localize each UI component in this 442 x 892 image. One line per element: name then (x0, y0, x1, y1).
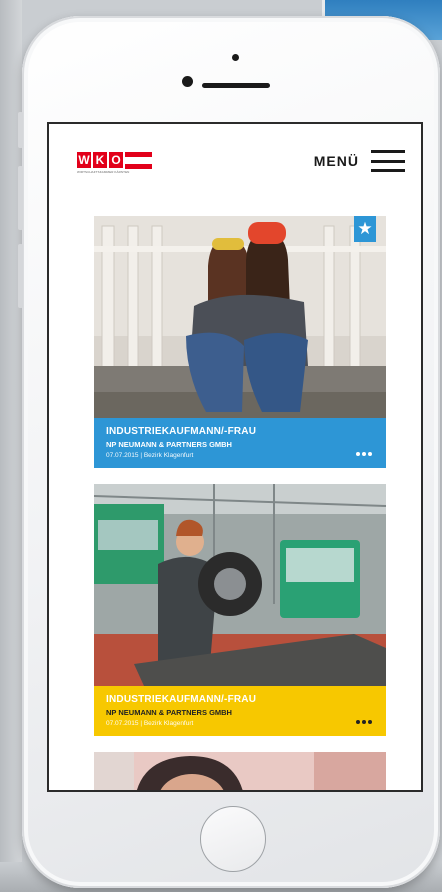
job-title: INDUSTRIEKAUFMANN/-FRAU (106, 426, 257, 437)
job-meta: 07.07.2015 | Bezirk Klagenfurt (106, 720, 194, 727)
card-info-bar: INDUSTRIEKAUFMANN/-FRAU NP NEUMANN & PAR… (94, 418, 386, 468)
menu-label: MENÜ (313, 153, 359, 169)
job-card[interactable]: ★ INDUSTRIEKAUFMANN/-FRAU NP NEUMANN & P… (94, 216, 386, 468)
company-name: NP NEUMANN & PARTNERS GMBH (106, 708, 232, 717)
photo-bus-workshop (94, 484, 386, 686)
card-photo (94, 752, 386, 790)
job-card[interactable] (94, 752, 386, 790)
menu-button[interactable]: MENÜ (314, 150, 405, 172)
logo-subtitle: WIRTSCHAFTSKAMMER KÄRNTEN (77, 170, 130, 174)
front-camera (182, 76, 193, 87)
mute-switch (18, 112, 23, 148)
more-options-icon[interactable] (356, 452, 372, 456)
logo-letter: O (109, 152, 123, 168)
job-title: INDUSTRIEKAUFMANN/-FRAU (106, 694, 257, 705)
star-icon[interactable]: ★ (354, 216, 376, 242)
volume-up-button (18, 166, 23, 230)
home-button[interactable] (200, 806, 266, 872)
logo-letter: W (77, 152, 91, 168)
card-info-bar: INDUSTRIEKAUFMANN/-FRAU NP NEUMANN & PAR… (94, 686, 386, 736)
phone-screen: W K O WIRTSCHAFTSKAMMER KÄRNTEN MENÜ ★ I… (47, 122, 423, 792)
card-photo (94, 484, 386, 686)
more-options-icon[interactable] (356, 720, 372, 724)
card-photo: ★ (94, 216, 386, 418)
company-name: NP NEUMANN & PARTNERS GMBH (106, 440, 232, 449)
photo-woman-portrait (94, 752, 386, 790)
volume-down-button (18, 244, 23, 308)
job-card[interactable]: INDUSTRIEKAUFMANN/-FRAU NP NEUMANN & PAR… (94, 484, 386, 736)
wko-logo[interactable]: W K O WIRTSCHAFTSKAMMER KÄRNTEN (77, 152, 152, 182)
job-meta: 07.07.2015 | Bezirk Klagenfurt (106, 452, 194, 459)
earpiece-speaker (202, 83, 270, 88)
top-bar: W K O WIRTSCHAFTSKAMMER KÄRNTEN MENÜ (49, 124, 421, 192)
hamburger-icon (371, 150, 405, 172)
photo-two-girls (94, 216, 386, 418)
phone-frame: W K O WIRTSCHAFTSKAMMER KÄRNTEN MENÜ ★ I… (18, 16, 440, 888)
proximity-sensor (232, 54, 239, 61)
logo-flag (125, 152, 152, 169)
logo-letter: K (93, 152, 107, 168)
